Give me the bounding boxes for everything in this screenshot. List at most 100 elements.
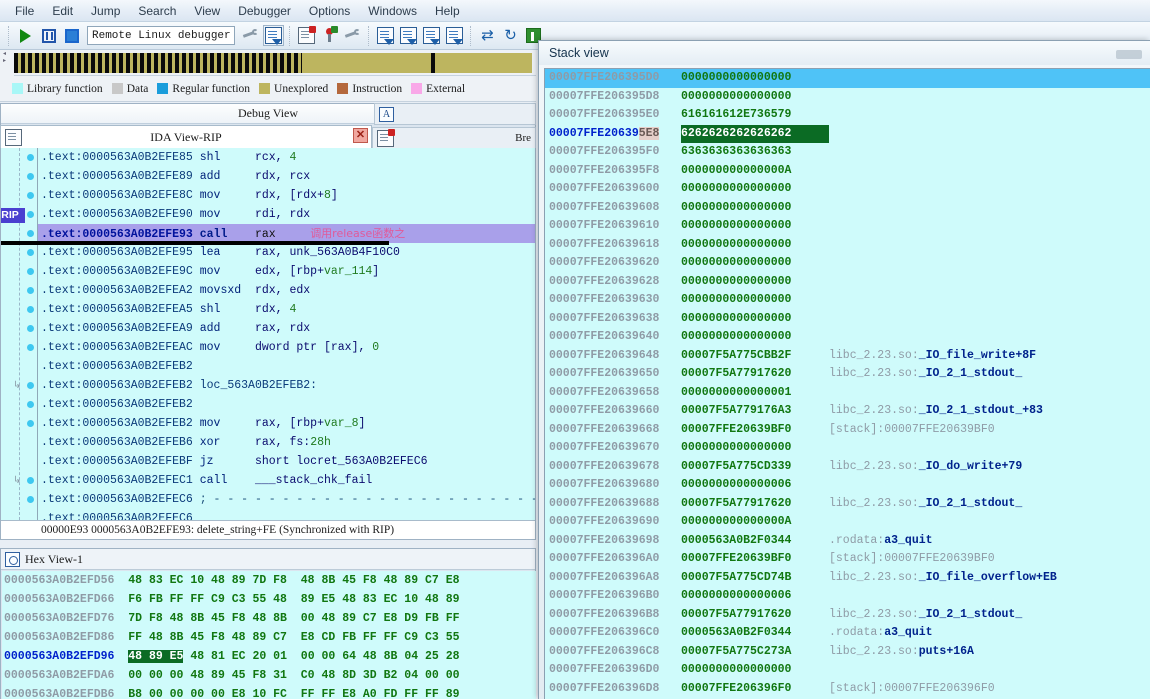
stack-row[interactable]: 00007FFE20639620 0000000000000000 xyxy=(545,254,1150,273)
stack-row[interactable]: 00007FFE20639668 00007FFE20639BF0 [stack]:… xyxy=(545,421,1150,440)
hex-view-tab[interactable]: Hex View-1 xyxy=(1,549,535,570)
menu-item-windows[interactable]: Windows xyxy=(359,2,426,20)
disassembly-line[interactable]: .text:0000563A0B2EFEB2 mov rax, [rbp+var… xyxy=(38,414,535,433)
hex-row[interactable]: 0000563A0B2EFD76 7D F8 48 8B 45 F8 48 8B… xyxy=(2,609,536,628)
stack-row[interactable]: 00007FFE206395D0 0000000000000000 xyxy=(545,69,1150,88)
stack-row[interactable]: 00007FFE20639688 00007F5A77917620 libc_2.2… xyxy=(545,495,1150,514)
disassembly-line[interactable]: .text:0000563A0B2EFEB6 xor rax, fs:28h xyxy=(38,433,535,452)
menu-item-file[interactable]: File xyxy=(6,2,43,20)
stack-row[interactable]: 00007FFE206395D8 0000000000000000 xyxy=(545,88,1150,107)
disassembly-line[interactable]: .text:0000563A0B2EFEBF jz short locret_5… xyxy=(38,452,535,471)
watch-icon[interactable] xyxy=(375,25,396,46)
step-into-icon[interactable] xyxy=(240,25,261,46)
stack-row[interactable]: 00007FFE206395E0 616161612E736579 xyxy=(545,106,1150,125)
disassembly-line[interactable]: .text:0000563A0B2EFEC6 xyxy=(38,509,535,520)
registers-icon[interactable] xyxy=(444,25,465,46)
stack-row[interactable]: 00007FFE20639660 00007F5A779176A3 libc_2.2… xyxy=(545,402,1150,421)
stack-row[interactable]: 00007FFE20639640 0000000000000000 xyxy=(545,328,1150,347)
disassembly-line[interactable]: .text:0000563A0B2EFE95 lea rax, unk_563A… xyxy=(38,243,535,262)
disassembly-line[interactable]: .text:0000563A0B2EFEAC mov dword ptr [ra… xyxy=(38,338,535,357)
hex-row[interactable]: 0000563A0B2EFDB6 B8 00 00 00 00 E8 10 FC… xyxy=(2,685,536,699)
tab-breakpoints[interactable]: Bre xyxy=(372,127,536,148)
disassembly-line[interactable]: .text:0000563A0B2EFEB2 xyxy=(38,395,535,414)
menu-item-edit[interactable]: Edit xyxy=(43,2,82,20)
menu-item-options[interactable]: Options xyxy=(300,2,359,20)
disassembly-line[interactable]: .text:0000563A0B2EFEA2 movsxd rdx, edx xyxy=(38,281,535,300)
stack-row[interactable]: 00007FFE20639678 00007F5A775CD339 libc_2.2… xyxy=(545,458,1150,477)
disassembly-line-current[interactable]: .text:0000563A0B2EFE93 call rax 调用releas… xyxy=(1,224,535,245)
stack-row[interactable]: 00007FFE206396C8 00007F5A775C273A libc_2.2… xyxy=(545,643,1150,662)
disassembly-line[interactable]: .text:0000563A0B2EFE9C mov edx, [rbp+var… xyxy=(38,262,535,281)
stack-row[interactable]: 00007FFE206395F0 6363636363636363 xyxy=(545,143,1150,162)
hex-row-current[interactable]: 0000563A0B2EFD96 48 89 E5 48 81 EC 20 01… xyxy=(2,647,536,666)
disassembly-line[interactable]: .text:0000563A0B2EFE90 mov rdi, rdx xyxy=(38,205,535,224)
stack-row[interactable]: 00007FFE206396B8 00007F5A77917620 libc_2.2… xyxy=(545,606,1150,625)
tab-ida-view-rip[interactable]: IDA View-RIP ✕ xyxy=(0,125,372,148)
menu-item-jump[interactable]: Jump xyxy=(82,2,129,20)
hex-rows[interactable]: 0000563A0B2EFD56 48 83 EC 10 48 89 7D F8… xyxy=(2,571,536,699)
disassembly-line[interactable]: .text:0000563A0B2EFEC1 call ___stack_chk… xyxy=(38,471,535,490)
stack-row[interactable]: 00007FFE206396A8 00007F5A775CD74B libc_2.2… xyxy=(545,569,1150,588)
menu-item-help[interactable]: Help xyxy=(426,2,469,20)
sync-icon[interactable]: ⇄ xyxy=(477,25,498,46)
disassembly-line[interactable]: .text:0000563A0B2EFEA9 add rax, rdx xyxy=(38,319,535,338)
stack-row[interactable]: 00007FFE20639628 0000000000000000 xyxy=(545,273,1150,292)
disassembly-line[interactable]: .text:0000563A0B2EFEB2 loc_563A0B2EFEB2: xyxy=(38,376,535,395)
text-view-icon[interactable]: A xyxy=(379,106,394,122)
line-marker xyxy=(27,211,34,218)
stack-row[interactable]: 00007FFE20639608 0000000000000000 xyxy=(545,199,1150,218)
menu-item-view[interactable]: View xyxy=(185,2,229,20)
stack-row[interactable]: 00007FFE206396D0 0000000000000000 xyxy=(545,661,1150,680)
hex-bytes-right: E8 CD FB FF FF C9 C3 55 xyxy=(300,631,460,644)
stack-row[interactable]: 00007FFE206395F8 000000000000000A xyxy=(545,162,1150,181)
menu-item-search[interactable]: Search xyxy=(129,2,185,20)
stack-row[interactable]: 00007FFE20639698 0000563A0B2F0344 .rodata:… xyxy=(545,532,1150,551)
stack-address: 00007FFE20639620 xyxy=(549,256,660,269)
stack-row[interactable]: 00007FFE20639638 0000000000000000 xyxy=(545,310,1150,329)
hex-row[interactable]: 0000563A0B2EFD56 48 83 EC 10 48 89 7D F8… xyxy=(2,571,536,590)
step-over-icon[interactable] xyxy=(263,25,284,46)
stack-row[interactable]: 00007FFE20639650 00007F5A77917620 libc_2.2… xyxy=(545,365,1150,384)
stack-rows[interactable]: 00007FFE206395D0 0000000000000000 00007FF… xyxy=(544,68,1150,699)
stack-row[interactable]: 00007FFE20639600 0000000000000000 xyxy=(545,180,1150,199)
run-icon[interactable] xyxy=(15,25,36,46)
stack-row[interactable]: 00007FFE20639648 00007F5A775CBB2F libc_2.2… xyxy=(545,347,1150,366)
stack-row[interactable]: 00007FFE206396C0 0000563A0B2F0344 .rodata:… xyxy=(545,624,1150,643)
debugger-select[interactable]: Remote Linux debugger xyxy=(87,26,235,45)
delete-breakpoint-icon[interactable] xyxy=(342,25,363,46)
stack-trace-icon[interactable] xyxy=(398,25,419,46)
stack-row[interactable]: 00007FFE20639618 0000000000000000 xyxy=(545,236,1150,255)
disassembly-line[interactable]: .text:0000563A0B2EFE85 shl rcx, 4 xyxy=(38,148,535,167)
stack-row[interactable]: 00007FFE20639658 0000000000000001 xyxy=(545,384,1150,403)
breakpoint-list-icon[interactable] xyxy=(296,25,317,46)
stack-row[interactable]: 00007FFE20639630 0000000000000000 xyxy=(545,291,1150,310)
hex-row[interactable]: 0000563A0B2EFD86 FF 48 8B 45 F8 48 89 C7… xyxy=(2,628,536,647)
disassembly-line[interactable]: .text:0000563A0B2EFE8C mov rdx, [rdx+8] xyxy=(38,186,535,205)
stack-row[interactable]: 00007FFE206396B0 0000000000000006 xyxy=(545,587,1150,606)
hex-row[interactable]: 0000563A0B2EFDA6 00 00 00 48 89 45 F8 31… xyxy=(2,666,536,685)
stack-row[interactable]: 00007FFE20639690 000000000000000A xyxy=(545,513,1150,532)
disassembly-line[interactable]: .text:0000563A0B2EFEC6 ; - - - - - - - -… xyxy=(38,490,535,509)
disassembly-view[interactable]: ↳ ↳ RIP .text:0000563A0B2EFE85 shl rcx, … xyxy=(1,148,535,520)
add-breakpoint-icon[interactable] xyxy=(319,25,340,46)
window-controls[interactable] xyxy=(1116,50,1142,59)
stack-row-current[interactable]: 00007FFE206395E8 6262626262626262 xyxy=(545,124,1150,143)
trace-icon[interactable] xyxy=(421,25,442,46)
pause-icon[interactable] xyxy=(38,25,59,46)
stack-row[interactable]: 00007FFE20639610 0000000000000000 xyxy=(545,217,1150,236)
menu-item-debugger[interactable]: Debugger xyxy=(229,2,300,20)
disassembly-line[interactable]: .text:0000563A0B2EFEA5 shl rdx, 4 xyxy=(38,300,535,319)
stack-row[interactable]: 00007FFE20639680 0000000000000006 xyxy=(545,476,1150,495)
hex-row[interactable]: 0000563A0B2EFD66 F6 FB FF FF C9 C3 55 48… xyxy=(2,590,536,609)
stack-row[interactable]: 00007FFE20639670 0000000000000000 xyxy=(545,439,1150,458)
navigation-band[interactable]: ◂ ▸ xyxy=(0,49,536,76)
stack-row[interactable]: 00007FFE206396D8 00007FFE206396F0 [stack]:… xyxy=(545,680,1150,699)
disassembly-line[interactable]: .text:0000563A0B2EFE89 add rdx, rcx xyxy=(38,167,535,186)
undo-icon[interactable]: ↻ xyxy=(500,25,521,46)
disassembly-line[interactable]: .text:0000563A0B2EFEB2 xyxy=(38,357,535,376)
stack-row[interactable]: 00007FFE206396A0 00007FFE20639BF0 [stack]:… xyxy=(545,550,1150,569)
navband-strip[interactable] xyxy=(14,52,532,73)
stop-icon[interactable] xyxy=(61,25,82,46)
close-icon[interactable]: ✕ xyxy=(353,128,368,143)
disassembly-lines[interactable]: .text:0000563A0B2EFE85 shl rcx, 4 .text:… xyxy=(1,148,535,520)
